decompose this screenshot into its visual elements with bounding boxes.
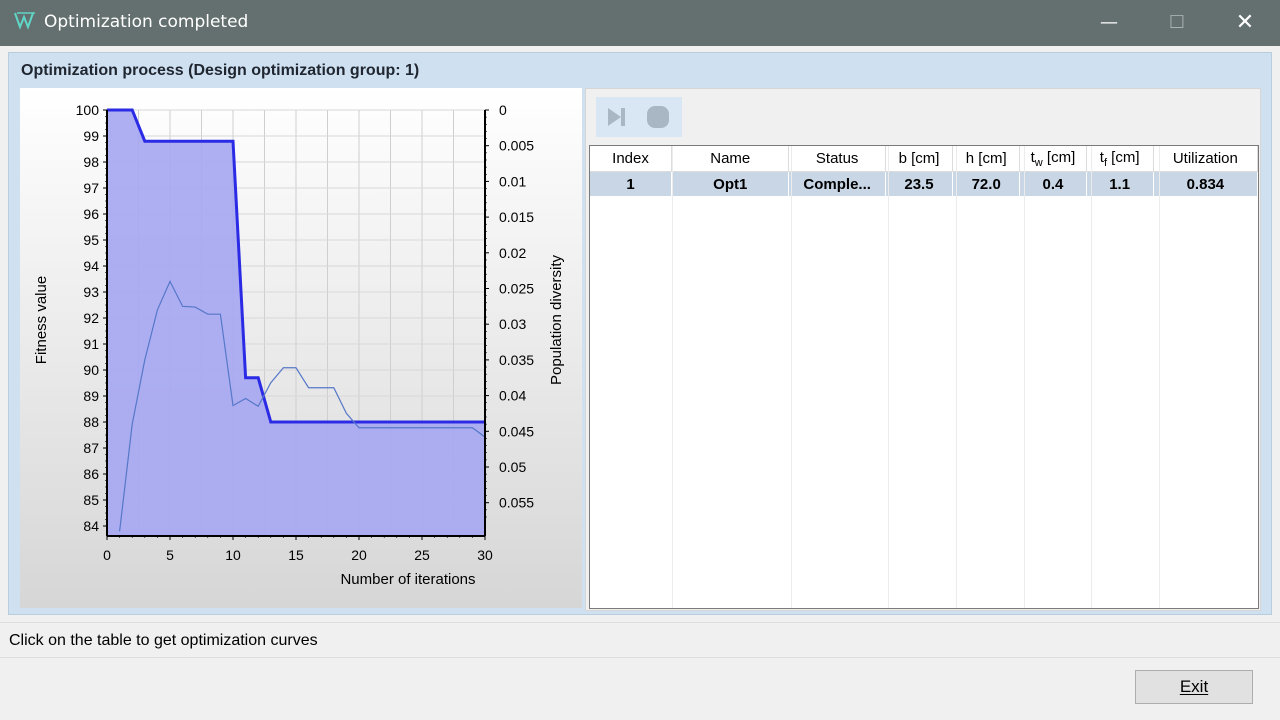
window-titlebar: Optimization completed — ☐ ✕ [0,0,1280,46]
results-table[interactable]: Index Name Status b [cm] h [cm] tw [cm] tf [cm… [590,146,1258,196]
column-header-tw[interactable]: tw [cm] [1019,146,1087,172]
y2-tick-label: 0.055 [499,495,534,511]
x-tick-label: 5 [166,547,174,563]
y-tick-label: 90 [83,362,99,378]
step-next-icon[interactable] [602,103,630,131]
status-message: Click on the table to get optimization c… [9,632,318,649]
y2-axis-label: Population diversity [548,254,565,385]
stop-icon[interactable] [644,103,672,131]
x-tick-label: 20 [351,547,367,563]
x-tick-label: 15 [288,547,304,563]
cell-index[interactable]: 1 [590,171,673,196]
exit-button-label: Exit [1179,677,1209,696]
y-tick-label: 97 [83,180,99,196]
column-divider [791,146,792,608]
y2-tick-label: 0.05 [499,459,526,475]
y-tick-label: 96 [83,206,99,222]
group-title: Optimization process (Design optimizatio… [21,62,420,79]
cell-name[interactable]: Opt1 [671,171,790,196]
cell-h[interactable]: 72.0 [952,171,1021,196]
minimize-button[interactable]: — [1086,0,1132,46]
optimization-chart[interactable]: 84858687888990919293949596979899100 00.00… [20,88,582,608]
status-bar: Click on the table to get optimization c… [0,622,1280,658]
y-tick-label: 100 [76,102,100,118]
app-logo-icon [14,12,35,30]
cell-tf[interactable]: 1.1 [1086,171,1154,196]
column-divider [888,146,889,608]
chart-panel[interactable]: 84 85 86 87 88 89 90 91 92 93 94 95 96 97 98 99 100 0 0.00… [20,88,582,608]
y-tick-label: 84 [83,518,99,534]
column-header-index[interactable]: Index [590,146,673,172]
y2-tick-label: 0.015 [499,209,534,225]
y-tick-label: 89 [83,388,99,404]
cell-status[interactable]: Comple... [788,171,886,196]
y-tick-label: 92 [83,310,99,326]
y-axis-label: Fitness value [33,276,50,364]
column-divider [1091,146,1092,608]
cell-tw[interactable]: 0.4 [1019,171,1087,196]
column-divider [672,146,673,608]
y2-tick-label: 0.045 [499,423,534,439]
y-tick-label: 94 [83,258,99,274]
table-row[interactable]: 1 Opt1 Comple... 23.5 72.0 0.4 1.1 0.834 [590,171,1258,196]
maximize-button[interactable]: ☐ [1154,0,1200,46]
x-tick-label: 25 [414,547,430,563]
y-tick-label: 85 [83,492,99,508]
cell-b[interactable]: 23.5 [885,171,954,196]
column-header-name[interactable]: Name [671,146,790,172]
column-header-utilization[interactable]: Utilization [1153,146,1258,172]
column-divider [1159,146,1160,608]
results-table-container[interactable]: Index Name Status b [cm] h [cm] tw [cm] tf [cm… [589,145,1259,609]
x-axis-label: Number of iterations [340,571,475,588]
toolbar [596,97,682,137]
column-header-h[interactable]: h [cm] [952,146,1021,172]
y2-tick-label: 0.035 [499,352,534,368]
column-header-b[interactable]: b [cm] [885,146,954,172]
x-tick-label: 10 [225,547,241,563]
y-tick-label: 98 [83,154,99,170]
y-tick-label: 91 [83,336,99,352]
y-tick-label: 93 [83,284,99,300]
exit-button[interactable]: Exit [1135,670,1253,704]
y2-tick-label: 0 [499,102,507,118]
y2-tick-label: 0.01 [499,173,526,189]
y2-tick-label: 0.04 [499,388,526,404]
y-tick-label: 95 [83,232,99,248]
column-header-tf[interactable]: tf [cm] [1086,146,1154,172]
x-tick-label: 0 [103,547,111,563]
column-divider [956,146,957,608]
y-tick-label: 99 [83,128,99,144]
y2-tick-label: 0.03 [499,316,526,332]
column-header-status[interactable]: Status [788,146,886,172]
x-tick-label: 30 [477,547,493,563]
y2-tick-label: 0.02 [499,245,526,261]
close-button[interactable]: ✕ [1222,0,1268,46]
cell-utilization[interactable]: 0.834 [1153,171,1258,196]
y-tick-label: 86 [83,466,99,482]
column-divider [1024,146,1025,608]
window-title: Optimization completed [44,12,249,32]
y-tick-label: 88 [83,414,99,430]
table-header-row: Index Name Status b [cm] h [cm] tw [cm] tf [cm… [590,146,1258,172]
y2-tick-label: 0.005 [499,138,534,154]
y-tick-label: 87 [83,440,99,456]
y2-tick-label: 0.025 [499,281,534,297]
